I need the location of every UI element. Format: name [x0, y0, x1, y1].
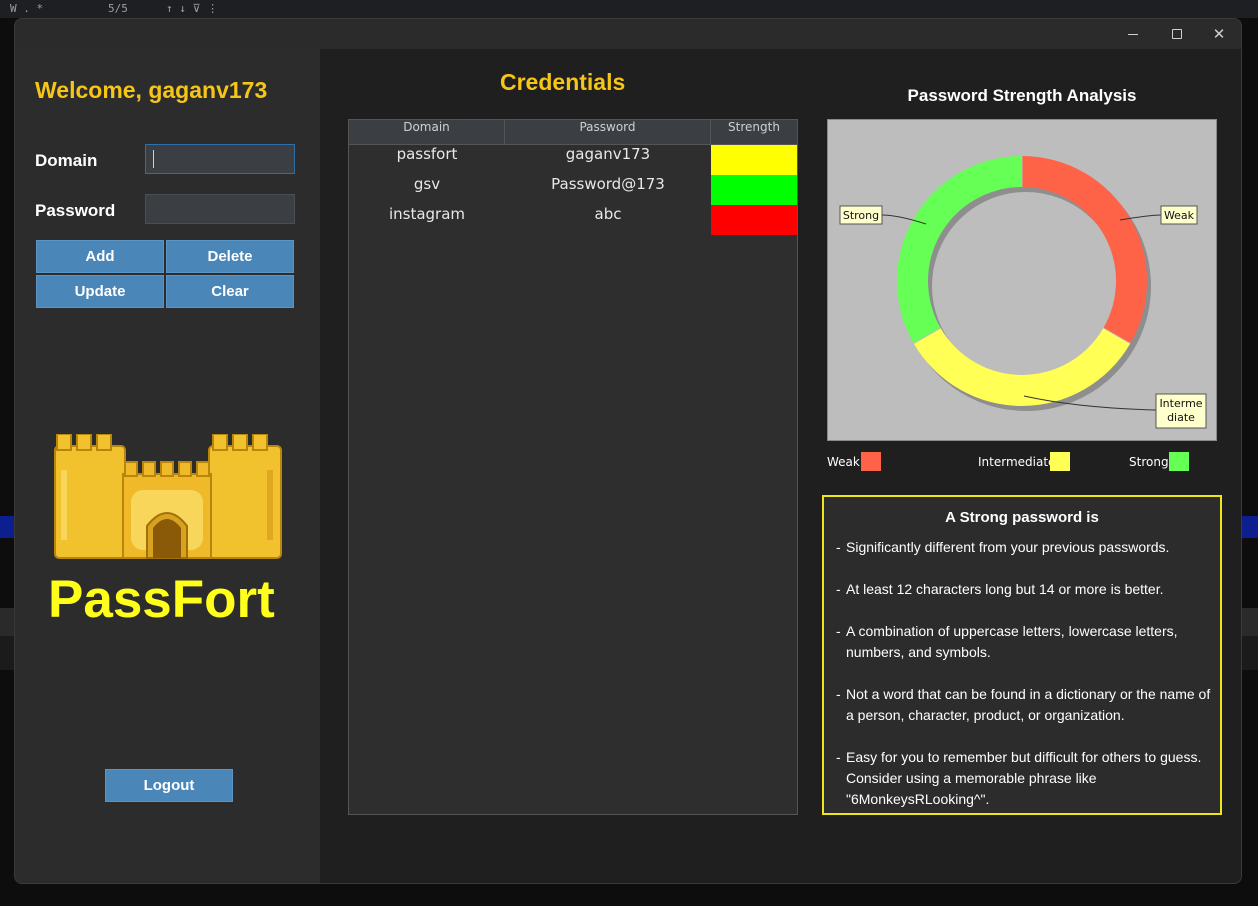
brand-name: PassFort [48, 570, 275, 629]
close-icon[interactable]: ✕ [1211, 26, 1227, 42]
password-tips-box: A Strong password is - Significantly diff… [822, 495, 1222, 815]
add-button[interactable]: Add [36, 240, 164, 273]
legend-item-weak: Weak [827, 452, 897, 472]
column-header-strength[interactable]: Strength [711, 120, 797, 144]
tip-item: -A combination of uppercase letters, low… [836, 623, 1178, 660]
slice-label-intermediate: diate [1167, 411, 1195, 424]
legend-swatch [1169, 452, 1189, 471]
chart-title: Password Strength Analysis [907, 86, 1137, 105]
title-bar: ✕ [15, 19, 1241, 49]
background-editor-code [0, 36, 14, 636]
delete-button[interactable]: Delete [166, 240, 294, 273]
tips-list: - Significantly different from your previ… [836, 537, 1216, 831]
background-editor-text: ↑ ↓ ⊽ ⋮ [166, 2, 219, 15]
background-editor-text: W . * [10, 2, 44, 15]
credentials-title: Credentials [500, 69, 626, 95]
cell-password: Password@173 [551, 175, 665, 193]
strength-chart: Weak Interme diate Strong [827, 119, 1217, 441]
table-header: Domain Password Strength [349, 120, 797, 145]
cell-password: abc [594, 205, 622, 223]
slice-label-weak: Weak [1164, 209, 1195, 222]
clear-button[interactable]: Clear [166, 275, 294, 308]
tip-item: - Not a word that can be found in a dicti… [836, 686, 1211, 723]
slice-strong[interactable] [897, 156, 1022, 344]
logout-button[interactable]: Logout [105, 769, 233, 802]
password-input[interactable] [145, 194, 295, 224]
update-button[interactable]: Update [36, 275, 164, 308]
table-row[interactable]: passfort gaganv173 [349, 145, 797, 175]
domain-label: Domain [35, 151, 98, 170]
legend-item-intermediate: Intermediate [978, 452, 1078, 472]
minimize-icon[interactable] [1125, 26, 1141, 42]
tip-item: - Significantly different from your previ… [836, 539, 1170, 555]
table-row[interactable]: gsv Password@173 [349, 175, 797, 205]
legend-label: Weak [827, 455, 860, 469]
castle-logo-icon [54, 434, 282, 559]
tips-title: A Strong password is [945, 509, 1099, 526]
domain-input[interactable] [145, 144, 295, 174]
slice-label-strong: Strong [843, 209, 879, 222]
cell-domain: instagram [388, 205, 466, 223]
legend-swatch [861, 452, 881, 471]
tip-item: - Easy for you to remember but difficult … [836, 749, 1202, 807]
slice-label-intermediate: Interme [1159, 397, 1202, 410]
tip-item: - At least 12 characters long but 14 or m… [836, 581, 1164, 597]
password-label: Password [35, 201, 116, 220]
background-editor-text: 5/5 [108, 2, 128, 15]
legend-item-strong: Strong [1129, 452, 1199, 472]
strength-swatch [711, 145, 797, 175]
credentials-table: Domain Password Strength passfort gaganv… [348, 119, 798, 815]
slice-intermediate[interactable] [913, 328, 1131, 406]
strength-swatch [711, 205, 797, 235]
column-header-domain[interactable]: Domain [349, 120, 505, 144]
cell-domain: passfort [396, 145, 458, 163]
background-editor-toolbar: W . * 5/5 ↑ ↓ ⊽ ⋮ [0, 0, 1258, 18]
donut-chart: Weak Intermediate Strong [839, 156, 1207, 429]
app-window: ✕ Welcome, gaganv173 Domain Password Add… [14, 18, 1242, 884]
slice-weak[interactable] [1022, 156, 1147, 344]
legend-swatch [1050, 452, 1070, 471]
welcome-heading: Welcome, gaganv173 [35, 77, 268, 103]
cell-domain: gsv [413, 175, 441, 193]
strength-swatch [711, 175, 797, 205]
maximize-icon[interactable] [1169, 26, 1185, 42]
table-row[interactable]: instagram abc [349, 205, 797, 235]
cell-password: gaganv173 [565, 145, 651, 163]
legend-label: Intermediate [978, 455, 1056, 469]
column-header-password[interactable]: Password [505, 120, 711, 144]
sidebar: Welcome, gaganv173 Domain Password Add D… [15, 49, 320, 883]
legend-label: Strong [1129, 455, 1169, 469]
